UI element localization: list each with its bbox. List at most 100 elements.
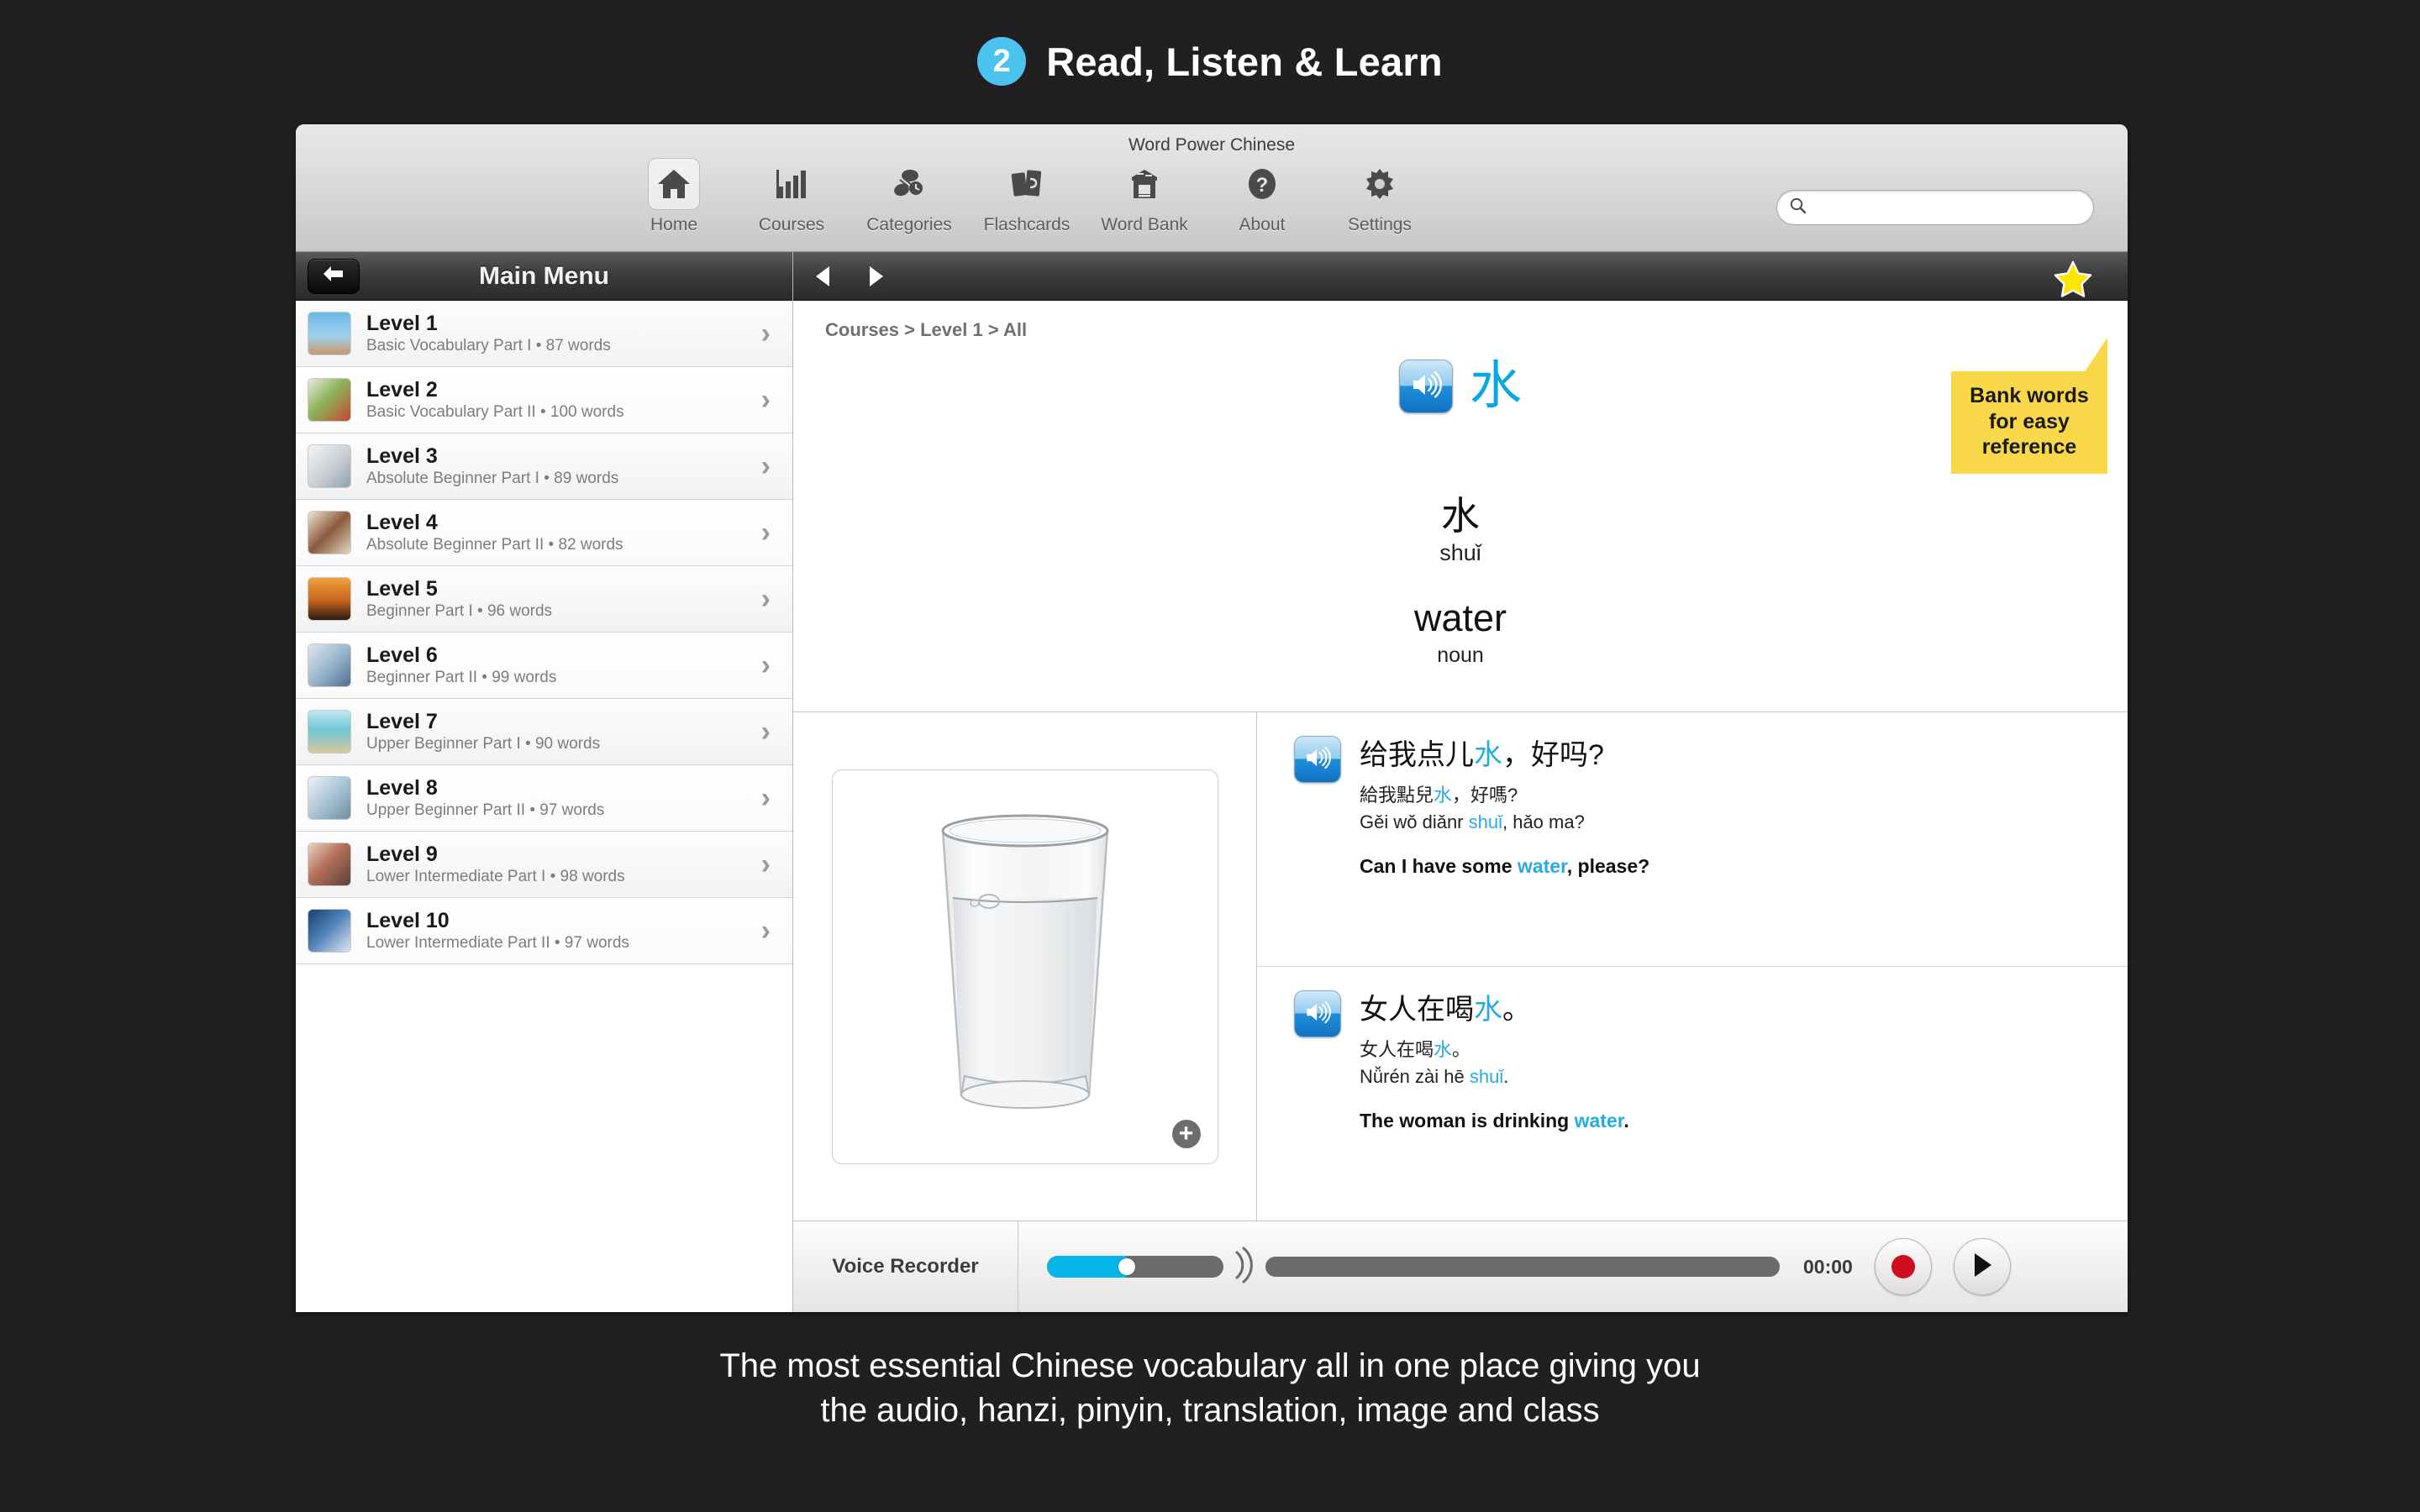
sidebar-item-level-8[interactable]: Level 8 Upper Beginner Part II • 97 words… [296, 765, 792, 832]
sentence-traditional-post: 。 [1452, 1038, 1471, 1060]
sentence-audio-button[interactable] [1294, 736, 1341, 783]
volume-slider-knob[interactable] [1118, 1258, 1135, 1275]
sentence-traditional-highlight: 水 [1434, 784, 1453, 806]
promo-title: Read, Listen & Learn [1046, 39, 1443, 84]
promo-caption: The most essential Chinese vocabulary al… [0, 1344, 2420, 1433]
sidebar-item-title: Level 4 [366, 510, 438, 534]
playback-time: 00:00 [1803, 1255, 1853, 1278]
sentence-english-pre: Can I have some [1360, 854, 1518, 877]
sentence-body: 给我点儿水，好吗? 給我點兒水，好嗎? Gěi wǒ diǎnr shuǐ, hǎo… [1360, 736, 1649, 966]
volume-slider-fill [1047, 1256, 1127, 1278]
volume-waves-icon [1232, 1246, 1254, 1289]
sidebar-item-subtitle: Upper Beginner Part I • 90 words [366, 734, 601, 753]
sidebar-item-level-6[interactable]: Level 6 Beginner Part II • 99 words › [296, 633, 792, 699]
sidebar-item-level-2[interactable]: Level 2 Basic Vocabulary Part II • 100 wo… [296, 367, 792, 433]
word-audio-button[interactable] [1398, 360, 1453, 413]
promo-header: 2 Read, Listen & Learn [0, 0, 2420, 123]
sidebar-header: Main Menu [296, 252, 792, 301]
playback-progress-bar[interactable] [1265, 1257, 1780, 1277]
sentence-body: 女人在喝水。 女人在喝水。 Nǚrén zài hē shuǐ. The woman … [1360, 990, 1629, 1221]
sentence-traditional-pre: 給我點兒 [1360, 784, 1434, 806]
chevron-right-icon: › [760, 450, 771, 482]
search-input[interactable] [1814, 198, 2066, 217]
sidebar-item-text: Level 2 Basic Vocabulary Part II • 100 wo… [366, 378, 761, 423]
sentence-english-post: . [1623, 1109, 1629, 1131]
star-icon[interactable] [2054, 260, 2092, 302]
word-card: Courses > Level 1 > All 水 水 shuǐ water n… [793, 301, 2128, 712]
sentence-pinyin-pre: Nǚrén zài hē [1360, 1066, 1470, 1088]
sidebar-item-text: Level 5 Beginner Part I • 96 words [366, 577, 761, 622]
window-title: Word Power Chinese [1128, 135, 1296, 155]
word-image-card[interactable]: + [831, 769, 1218, 1164]
sidebar-item-level-4[interactable]: Level 4 Absolute Beginner Part II • 82 wo… [296, 500, 792, 566]
sentence-pinyin-highlight: shuǐ [1468, 811, 1502, 833]
word-meaning: water [1413, 596, 1507, 639]
chevron-right-icon: › [760, 915, 771, 947]
svg-text:?: ? [1256, 174, 1269, 197]
sentence-audio-button[interactable] [1294, 990, 1341, 1037]
remote-control-photo [308, 643, 351, 687]
sidebar-item-level-3[interactable]: Level 3 Absolute Beginner Part I • 89 wor… [296, 433, 792, 500]
chevron-right-icon: › [760, 384, 771, 416]
sidebar-title: Main Menu [479, 261, 609, 290]
sidebar-item-level-9[interactable]: Level 9 Lower Intermediate Part I • 98 wo… [296, 832, 792, 898]
toolbar-item-label: Word Bank [1101, 215, 1188, 234]
play-icon [1971, 1252, 1993, 1283]
toolbar-item-label: Categories [866, 215, 952, 234]
sidebar-item-subtitle: Beginner Part I • 96 words [366, 601, 553, 620]
chevron-right-icon: › [760, 848, 771, 880]
hurdler-photo [308, 312, 351, 355]
record-button[interactable] [1874, 1238, 1932, 1295]
toolbar-item-courses[interactable]: Courses [733, 158, 850, 235]
sunset-photo [308, 577, 351, 621]
sentence-english-post: , please? [1566, 854, 1650, 877]
bar-chart-icon [765, 158, 818, 210]
callout-line-3: reference [1981, 435, 2077, 459]
callout-tail [2084, 338, 2107, 373]
next-arrow-icon[interactable] [867, 265, 886, 288]
example-sentence: 给我点儿水，好吗? 給我點兒水，好嗎? Gěi wǒ diǎnr shuǐ, hǎo… [1257, 712, 2128, 967]
image-zoom-button[interactable]: + [1171, 1119, 1201, 1148]
sentence-simplified: 女人在喝水。 [1360, 992, 1629, 1028]
voice-recorder-bar: Voice Recorder 00:00 [793, 1221, 2128, 1312]
toolbar-item-categories[interactable]: Categories [850, 158, 968, 235]
toolbar-item-label: Courses [758, 215, 825, 234]
toolbar-item-settings[interactable]: Settings [1321, 158, 1439, 235]
toolbar-item-word-bank[interactable]: Word Bank [1086, 158, 1203, 235]
vegetables-photo [308, 378, 351, 422]
prev-arrow-icon[interactable] [813, 265, 832, 288]
sidebar-item-level-7[interactable]: Level 7 Upper Beginner Part I • 90 words › [296, 699, 792, 765]
word-headline: 水 [793, 360, 2128, 413]
toolbar: Word Power Chinese Home Courses Categories… [296, 124, 2128, 252]
sentence-simplified-highlight: 水 [1474, 739, 1502, 771]
sidebar-item-level-1[interactable]: Level 1 Basic Vocabulary Part I • 87 word… [296, 301, 792, 367]
sidebar-item-title: Level 2 [366, 377, 438, 402]
glass-of-water-photo [941, 814, 1108, 1109]
sidebar-item-text: Level 10 Lower Intermediate Part II • 97 … [366, 909, 761, 953]
play-button[interactable] [1953, 1238, 2011, 1295]
app-body: Main Menu Level 1 Basic Vocabulary Part I… [296, 252, 2128, 1312]
sidebar-item-subtitle: Basic Vocabulary Part II • 100 words [366, 402, 624, 421]
sidebar-item-level-5[interactable]: Level 5 Beginner Part I • 96 words › [296, 566, 792, 633]
sidebar-item-text: Level 7 Upper Beginner Part I • 90 words [366, 710, 761, 754]
sidebar-item-text: Level 1 Basic Vocabulary Part I • 87 word… [366, 312, 761, 356]
toolbar-item-about[interactable]: ? About [1203, 158, 1321, 235]
sentence-traditional: 給我點兒水，好嗎? [1360, 784, 1649, 808]
people-party-photo [308, 843, 351, 886]
chevron-right-icon: › [760, 517, 771, 549]
sidebar-item-title: Level 1 [366, 311, 438, 335]
sentence-traditional-highlight: 水 [1434, 1038, 1453, 1060]
sidebar-item-text: Level 9 Lower Intermediate Part I • 98 wo… [366, 843, 761, 887]
toolbar-item-flashcards[interactable]: Flashcards [968, 158, 1086, 235]
sidebar-item-level-10[interactable]: Level 10 Lower Intermediate Part II • 97 … [296, 898, 792, 964]
toolbar-item-home[interactable]: Home [615, 158, 733, 235]
chevron-right-icon: › [760, 782, 771, 814]
chevron-right-icon: › [760, 583, 771, 615]
volume-slider[interactable] [1047, 1256, 1223, 1278]
search-field[interactable] [1776, 190, 2094, 225]
runner-photo [308, 909, 351, 953]
sentence-simplified-highlight: 水 [1474, 994, 1502, 1026]
sidebar-item-subtitle: Beginner Part II • 99 words [366, 668, 557, 686]
keys-photo [308, 444, 351, 488]
chevron-right-icon: › [760, 649, 771, 681]
